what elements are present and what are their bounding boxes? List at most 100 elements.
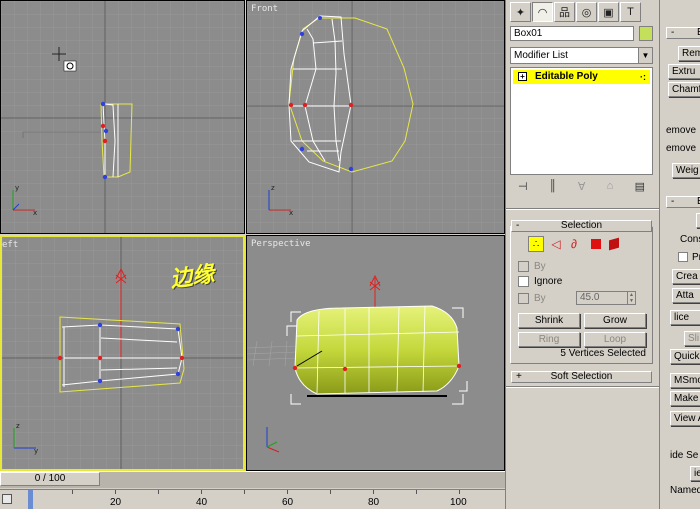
object-name-field[interactable]: Box01 [510,26,634,41]
ruler-tick-20: 20 [110,497,122,508]
named-selections-label: Named [670,485,700,496]
modifier-list-dropdown[interactable]: Modifier List ▼ [510,47,653,64]
ring-button[interactable]: Ring [518,332,580,347]
edit-geometry-header[interactable]: - E [666,196,700,208]
utilities-tab[interactable]: T [620,2,641,22]
create-icon: ✦ [515,6,526,19]
display-tab[interactable]: ▣ [598,2,619,22]
vertex-mode-button[interactable]: ∴ [528,236,544,252]
by-vertex-checkbox[interactable] [518,261,529,272]
svg-text:y: y [34,447,38,455]
repeat-last-button[interactable]: R [696,213,700,228]
svg-text:y: y [15,184,19,192]
time-marker[interactable] [28,490,33,509]
panel-divider [506,208,660,210]
track-ruler[interactable]: 0 20 40 60 80 100 [0,489,505,509]
preserve-uvs-label: Pr [692,252,700,263]
selection-rollout-header[interactable]: - Selection [511,220,652,232]
remove-modifier-icon[interactable]: ⌂ [607,180,614,198]
by-vertex-label: By [534,261,546,272]
remove-isolated-label[interactable]: emove [666,125,696,136]
angle-value: 45.0 [580,292,600,303]
command-panel: ✦ ◠ 品 ◎ ▣ T Box01 Modifier List ▼ + Edit… [505,0,660,509]
create-button[interactable]: Crea [672,269,700,284]
svg-text:z: z [271,184,275,192]
vertex-icon: ∴ [532,238,540,250]
collapse-icon: - [671,196,675,207]
create-tab[interactable]: ✦ [510,2,531,22]
expand-icon: + [516,371,522,382]
ruler-tick-80: 80 [368,497,380,508]
viewport-left[interactable]: y z eft 边缘 [0,235,245,471]
ignore-backfacing-label: Ignore [534,276,563,287]
edge-icon: ◁ [551,237,561,251]
configure-sets-icon[interactable]: ▤ [635,180,645,198]
border-mode-button[interactable]: ∂ [566,236,582,252]
hide-unselected-button[interactable]: ie [690,466,700,481]
object-color-swatch[interactable] [639,26,653,41]
by-angle-label: By [534,293,546,304]
modify-tab[interactable]: ◠ [532,2,553,22]
shrink-button[interactable]: Shrink [518,313,580,328]
hide-selected-label[interactable]: ide Se [670,450,698,461]
svg-text:x: x [289,209,293,217]
angle-spinner[interactable]: 45.0 ▲ ▼ [576,291,636,305]
viewport-top[interactable]: x y [0,0,245,234]
slice-button[interactable]: Sli [684,331,700,346]
element-mode-button[interactable] [606,236,622,252]
utilities-icon: T [627,6,634,18]
modifier-list-label: Modifier List [514,50,568,61]
handwritten-annotation: 边缘 [168,261,216,293]
viewport-perspective[interactable]: Perspective [246,235,505,471]
weight-button[interactable]: Weig [672,163,700,178]
selection-status: 5 Vertices Selected [560,348,646,359]
viewport-top-canvas: x y [1,1,244,233]
polygon-mode-button[interactable] [588,236,604,252]
by-angle-checkbox[interactable] [518,293,529,304]
ignore-backfacing-checkbox[interactable] [518,276,529,287]
border-icon: ∂ [571,237,577,251]
chevron-down-icon[interactable]: ▼ [638,48,652,63]
soft-selection-rollout-header[interactable]: + Soft Selection [511,371,652,383]
viewport-front[interactable]: x z Front [246,0,505,234]
edge-mode-button[interactable]: ◁ [548,236,564,252]
spinner-arrows-icon[interactable]: ▲ ▼ [627,292,635,304]
quickslice-button[interactable]: Quick [670,349,700,364]
viewport-left-label[interactable]: eft [2,240,18,250]
make-unique-icon[interactable]: ∀ [578,180,586,198]
preserve-uvs-checkbox[interactable] [678,252,688,262]
viewport-front-label[interactable]: Front [251,4,278,14]
hierarchy-tab[interactable]: 品 [554,2,575,22]
chamfer-button[interactable]: Chamf [668,82,700,97]
viewport-perspective-label[interactable]: Perspective [251,239,311,249]
modifier-stack[interactable]: + Editable Poly ·: [510,67,653,175]
loop-button[interactable]: Loop [584,332,646,347]
remove-button[interactable]: Remo [678,46,700,61]
pin-stack-icon[interactable]: ⊣ [518,180,528,198]
ruler-tick-40: 40 [196,497,208,508]
view-align-button[interactable]: View A [670,411,700,426]
time-slider[interactable]: 0 / 100 [0,472,100,486]
ruler-left-icon[interactable] [2,494,12,504]
attach-button[interactable]: Atta [672,288,700,303]
selection-title: Selection [560,220,603,231]
viewport-front-canvas: x z [247,1,504,233]
remove-unused-label[interactable]: emove [666,143,696,154]
edit-vertices-header[interactable]: - E [666,27,700,39]
show-end-result-icon[interactable]: ║ [549,180,557,198]
make-planar-button[interactable]: Make [670,391,700,406]
collapse-icon: - [671,27,675,38]
grow-button[interactable]: Grow [584,313,646,328]
hierarchy-icon: 品 [559,7,570,19]
secondary-panel: - E Remo Extru Chamf emove emove Weig - … [659,0,700,509]
expand-icon[interactable]: + [518,72,527,81]
extrude-button[interactable]: Extru [668,64,700,79]
ruler-tick-100: 100 [450,497,467,508]
motion-tab[interactable]: ◎ [576,2,597,22]
stack-item-editable-poly[interactable]: + Editable Poly ·: [513,70,650,84]
slice-plane-button[interactable]: lice [670,310,700,325]
stack-item-label: Editable Poly [535,71,598,82]
sub-object-icon: ·: [640,72,646,82]
modify-icon: ◠ [537,6,548,19]
msmooth-button[interactable]: MSmoo [670,373,700,388]
